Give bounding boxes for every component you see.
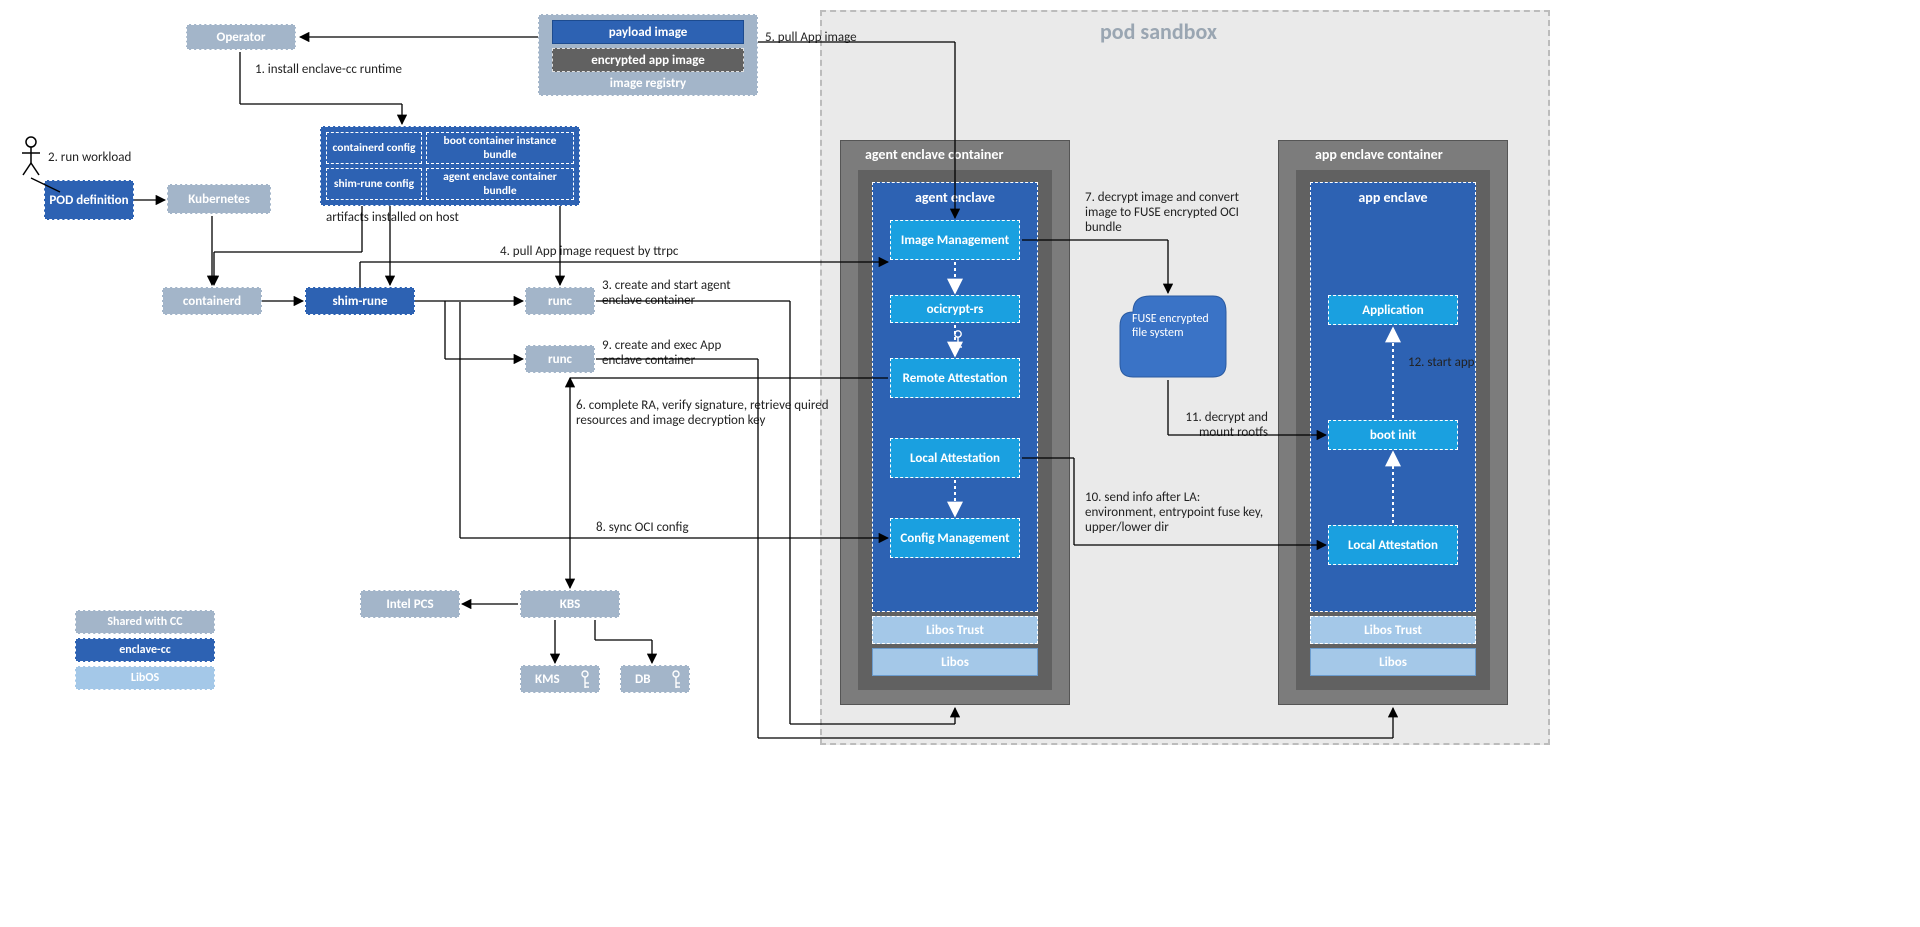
boot-init-box: boot init <box>1328 420 1458 450</box>
libos-b-box: Libos <box>1310 648 1476 676</box>
encrypted-app-image-box: encrypted app image <box>552 48 744 72</box>
config-management-box: Config Management <box>890 518 1020 558</box>
kms-box: KMS <box>520 665 600 693</box>
edge11-label: 11. decrypt and mount rootfs <box>1168 410 1268 440</box>
libos-trust-b-box: Libos Trust <box>1310 616 1476 644</box>
legend-libos: LibOS <box>75 666 215 690</box>
edge1-label: 1. install enclave-cc runtime <box>255 62 402 77</box>
edge4-label: 4. pull App image request by ttrpc <box>500 244 678 259</box>
pod-sandbox-title: pod sandbox <box>1100 18 1217 45</box>
shim-rune-box: shim-rune <box>305 287 415 315</box>
agent-enclave-container-title: agent enclave container <box>865 146 1003 163</box>
shim-rune-config-box: shim-rune config <box>326 168 422 200</box>
local-attestation-b-box: Local Attestation <box>1328 525 1458 565</box>
edge8-label: 8. sync OCI config <box>596 520 689 535</box>
pod-definition-box: POD definition <box>44 180 134 220</box>
app-enclave-title: app enclave <box>1358 189 1427 206</box>
edge6-label: 6. complete RA, verify signature, retrie… <box>576 398 836 428</box>
agent-enclave-bundle-box: agent enclave container bundle <box>426 168 574 200</box>
db-box: DB <box>620 665 690 693</box>
app-enclave-container-title: app enclave container <box>1315 146 1443 163</box>
operator-box: Operator <box>186 24 296 50</box>
remote-attestation-box: Remote Attestation <box>890 358 1020 398</box>
runc2-box: runc <box>525 345 595 373</box>
edge12-label: 12. start app <box>1408 355 1474 370</box>
intel-pcs-box: Intel PCS <box>360 590 460 618</box>
edge3-label: 3. create and start agent enclave contai… <box>602 278 762 308</box>
local-attestation-box: Local Attestation <box>890 438 1020 478</box>
person-icon <box>18 135 44 177</box>
libos-a-box: Libos <box>872 648 1038 676</box>
payload-image-box: payload image <box>552 20 744 44</box>
ocicrypt-rs-box: ocicrypt-rs <box>890 295 1020 323</box>
fuse-fs-label: FUSE encrypted file system <box>1132 312 1212 340</box>
runc1-box: runc <box>525 287 595 315</box>
edge9-label: 9. create and exec App enclave container <box>602 338 762 368</box>
edge2-label: 2. run workload <box>48 150 131 165</box>
edge7-label: 7. decrypt image and convert image to FU… <box>1085 190 1255 235</box>
containerd-config-box: containerd config <box>326 132 422 164</box>
edge10-label: 10. send info after LA: environment, ent… <box>1085 490 1265 535</box>
kubernetes-box: Kubernetes <box>167 184 271 214</box>
image-management-box: Image Management <box>890 220 1020 260</box>
edge5-label: 5. pull App image <box>765 30 857 45</box>
agent-enclave-title: agent enclave <box>915 189 995 206</box>
legend-enclave-cc: enclave-cc <box>75 638 215 662</box>
application-box: Application <box>1328 295 1458 325</box>
legend-shared: Shared with CC <box>75 610 215 634</box>
boot-container-bundle-box: boot container instance bundle <box>426 132 574 164</box>
libos-trust-a-box: Libos Trust <box>872 616 1038 644</box>
kbs-box: KBS <box>520 590 620 618</box>
containerd-box: containerd <box>162 287 262 315</box>
artifacts-label: artifacts installed on host <box>326 210 459 225</box>
